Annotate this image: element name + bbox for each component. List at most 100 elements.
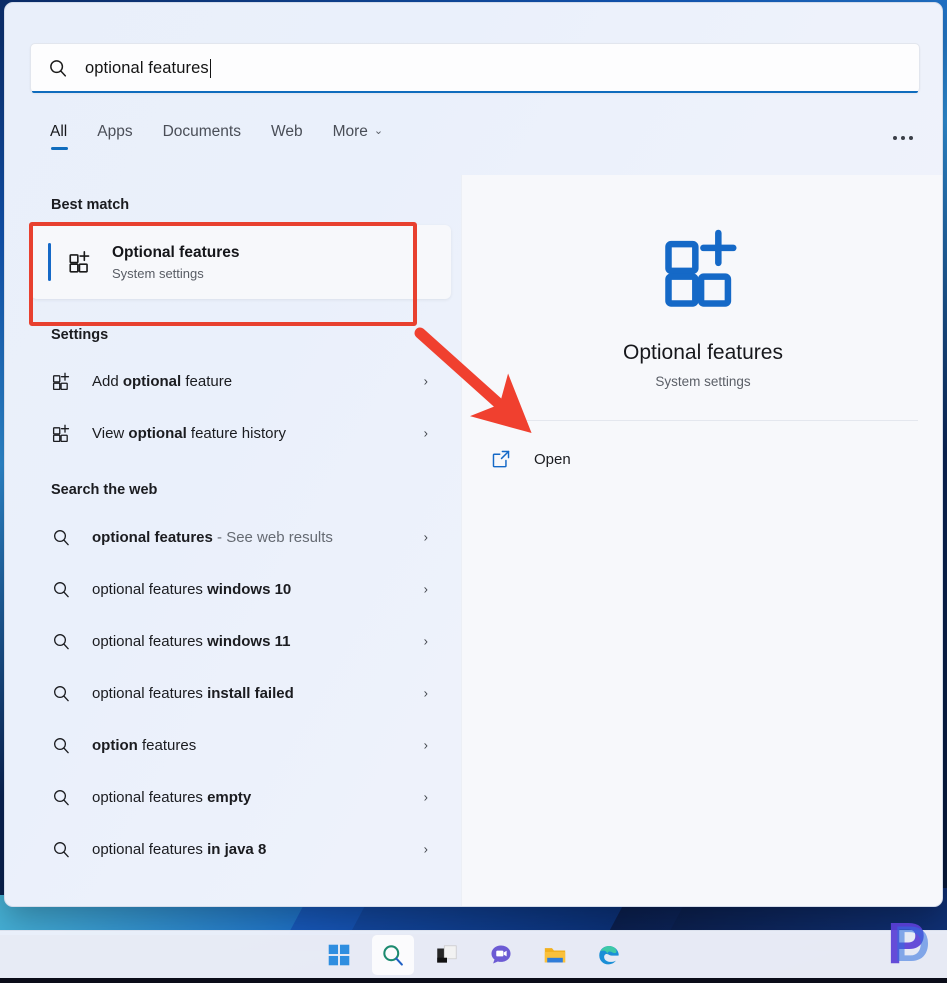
web-row[interactable]: optional features windows 10 › — [37, 563, 442, 615]
folder-icon — [544, 947, 565, 962]
edge-button[interactable] — [588, 935, 630, 975]
search-the-web-group: Search the web — [51, 482, 157, 504]
taskbar — [0, 930, 947, 978]
preview-title: Optional features — [623, 341, 783, 364]
search-icon — [50, 60, 67, 77]
task-view-button[interactable] — [426, 935, 468, 975]
label-highlight: in java 8 — [207, 840, 267, 858]
chevron-right-icon: › — [423, 425, 428, 441]
open-external-icon — [492, 450, 510, 468]
web-row-label: optional features in java 8 — [92, 841, 266, 858]
search-input-value: optional features — [85, 58, 209, 77]
web-row-label: optional features - See web results — [92, 529, 333, 546]
search-bar-container: optional features — [30, 43, 920, 93]
tab-documents-label: Documents — [162, 123, 241, 140]
search-icon — [54, 789, 69, 805]
label-highlight: empty — [207, 788, 252, 806]
settings-row-view-optional-feature-history[interactable]: View optional feature history › — [37, 407, 442, 459]
file-explorer-button[interactable] — [534, 935, 576, 975]
settings-row-label: Add optional feature — [92, 373, 232, 390]
chat-icon — [490, 944, 511, 964]
web-row-label: optional features install failed — [92, 685, 294, 702]
label-highlight: optional — [122, 372, 182, 390]
desktop-root: optional features All Apps Documents Web… — [0, 0, 947, 983]
search-icon — [382, 944, 403, 966]
best-match-title: Optional features — [112, 244, 240, 262]
chevron-right-icon: › — [423, 789, 428, 805]
label-prefix: Add — [92, 372, 123, 390]
web-row[interactable]: optional features windows 11 › — [37, 615, 442, 667]
preview-divider — [488, 420, 918, 421]
chevron-right-icon: › — [423, 633, 428, 649]
web-row[interactable]: optional features install failed › — [37, 667, 442, 719]
open-button[interactable]: Open — [490, 439, 690, 479]
search-icon — [54, 737, 69, 753]
search-icon — [54, 841, 69, 857]
search-icon — [54, 685, 69, 701]
chevron-right-icon: › — [423, 685, 428, 701]
tab-all-label: All — [50, 123, 68, 140]
more-options-icon — [909, 136, 913, 140]
web-row-label: optional features empty — [92, 789, 251, 806]
settings-row-label: View optional feature history — [92, 425, 286, 442]
windows-logo-icon — [328, 944, 349, 965]
search-flyout: optional features All Apps Documents Web… — [4, 2, 943, 907]
web-row[interactable]: option features › — [37, 719, 442, 771]
tab-apps[interactable]: Apps — [97, 123, 132, 152]
label-suffix: features — [137, 736, 197, 754]
label-prefix: optional features — [92, 840, 208, 858]
tab-web[interactable]: Web — [271, 123, 303, 152]
label-prefix: optional features — [92, 580, 208, 598]
tab-more[interactable]: More ⌄ — [333, 123, 384, 152]
filter-tabs: All Apps Documents Web More ⌄ — [50, 123, 383, 152]
more-options-icon — [901, 136, 905, 140]
search-icon — [54, 581, 69, 597]
web-row-label: optional features windows 11 — [92, 633, 290, 650]
optional-features-icon — [69, 251, 90, 273]
best-match-subtitle: System settings — [112, 265, 204, 281]
label-highlight: option — [92, 736, 138, 754]
web-row[interactable]: optional features in java 8 › — [37, 823, 442, 875]
task-view-icon — [436, 944, 457, 963]
tab-web-label: Web — [270, 123, 303, 140]
label-suffix: feature — [181, 372, 233, 390]
chat-button[interactable] — [480, 935, 522, 975]
label-prefix: optional features — [92, 684, 208, 702]
more-options-icon — [893, 136, 897, 140]
label-highlight: optional — [128, 424, 187, 442]
label-highlight: windows 10 — [207, 580, 292, 598]
settings-group: Settings — [51, 327, 108, 349]
label-suffix: feature history — [186, 424, 286, 442]
chevron-right-icon: › — [423, 841, 428, 857]
optional-features-icon — [52, 372, 70, 390]
chevron-right-icon: › — [423, 373, 428, 389]
web-row-label: option features — [92, 737, 196, 754]
settings-row-add-optional-feature[interactable]: Add optional feature › — [37, 355, 442, 407]
screen-bottom-edge — [0, 978, 947, 983]
optional-features-icon — [52, 424, 70, 442]
best-match-item[interactable]: Optional features System settings — [31, 225, 451, 299]
preview-pane: Optional features System settings Open — [461, 175, 942, 906]
chevron-right-icon: › — [423, 529, 428, 545]
tab-documents[interactable]: Documents — [163, 123, 241, 152]
more-options-button[interactable] — [886, 125, 920, 151]
web-row[interactable]: optional features empty › — [37, 771, 442, 823]
tab-all[interactable]: All — [50, 123, 69, 152]
search-icon — [54, 529, 69, 545]
start-button[interactable] — [318, 935, 360, 975]
search-the-web-heading: Search the web — [51, 482, 158, 498]
open-button-label: Open — [534, 450, 571, 468]
label-highlight: install failed — [207, 684, 294, 702]
label-highlight: windows 11 — [207, 632, 291, 650]
label-prefix: View — [92, 424, 129, 442]
settings-heading: Settings — [51, 327, 109, 343]
results-list: Best match Optional features System sett… — [5, 175, 461, 906]
label-suffix: - See web results — [212, 528, 333, 546]
best-match-heading: Best match — [51, 197, 130, 213]
search-button[interactable] — [371, 934, 414, 975]
label-highlight: optional features — [92, 528, 213, 546]
web-row-label: optional features windows 10 — [92, 581, 291, 598]
preview-subtitle: System settings — [655, 374, 751, 389]
web-row[interactable]: optional features - See web results › — [37, 511, 442, 563]
search-input[interactable]: optional features — [30, 43, 920, 93]
